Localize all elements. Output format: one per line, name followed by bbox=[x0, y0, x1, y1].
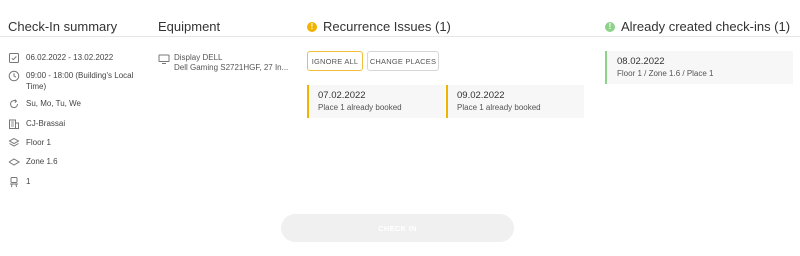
info-icon: ! bbox=[605, 22, 615, 32]
monitor-icon bbox=[158, 53, 170, 65]
summary-date-range-text: 06.02.2022 - 13.02.2022 bbox=[26, 53, 114, 62]
change-places-button[interactable]: CHANGE PLACES bbox=[367, 51, 439, 71]
equipment-name: Display DELL bbox=[174, 53, 223, 62]
warning-icon: ! bbox=[307, 22, 317, 32]
equipment-item: Display DELL Dell Gaming S2721HGF, 27 In… bbox=[158, 53, 300, 73]
created-checkin-date: 08.02.2022 bbox=[617, 56, 665, 67]
summary-floor: Floor 1 bbox=[8, 137, 144, 149]
summary-recurrence-days: Su, Mo, Tu, We bbox=[8, 98, 144, 110]
recurrence-issues-title: ! Recurrence Issues (1) bbox=[307, 19, 451, 35]
header-divider bbox=[0, 36, 800, 37]
summary-building: CJ-Brassai bbox=[8, 118, 144, 130]
issue-message: Place 1 already booked bbox=[318, 103, 402, 112]
created-checkin-card: 08.02.2022 Floor 1 / Zone 1.6 / Place 1 bbox=[605, 51, 793, 84]
summary-days-text: Su, Mo, Tu, We bbox=[26, 99, 81, 108]
repeat-icon bbox=[8, 98, 20, 110]
recurrence-issues-title-text: Recurrence Issues (1) bbox=[323, 19, 451, 34]
desk-chair-icon bbox=[8, 176, 20, 188]
summary-building-text: CJ-Brassai bbox=[26, 119, 66, 128]
building-icon bbox=[8, 118, 20, 130]
check-in-button[interactable]: CHECK IN bbox=[281, 214, 514, 242]
issue-card: 07.02.2022 Place 1 already booked bbox=[307, 85, 445, 118]
summary-date-range: 06.02.2022 - 13.02.2022 bbox=[8, 52, 144, 64]
created-checkin-location: Floor 1 / Zone 1.6 / Place 1 bbox=[617, 69, 714, 78]
created-checkins-title: ! Already created check-ins (1) bbox=[605, 19, 790, 35]
issue-date: 09.02.2022 bbox=[457, 90, 505, 101]
summary-floor-text: Floor 1 bbox=[26, 138, 51, 147]
equipment-title: Equipment bbox=[158, 19, 221, 34]
zone-icon bbox=[8, 156, 20, 168]
clock-icon bbox=[8, 70, 20, 82]
summary-time-text: 09:00 - 18:00 (Building's Local Time) bbox=[26, 71, 134, 91]
summary-zone-text: Zone 1.6 bbox=[26, 157, 58, 166]
summary-place-text: 1 bbox=[26, 177, 31, 186]
calendar-check-icon bbox=[8, 52, 20, 64]
summary-zone: Zone 1.6 bbox=[8, 156, 144, 168]
summary-place: 1 bbox=[8, 176, 144, 188]
ignore-all-button[interactable]: IGNORE ALL bbox=[307, 51, 363, 71]
created-checkins-title-text: Already created check-ins (1) bbox=[621, 19, 791, 34]
layers-icon bbox=[8, 137, 20, 149]
summary-time: 09:00 - 18:00 (Building's Local Time) bbox=[8, 70, 144, 92]
issue-message: Place 1 already booked bbox=[457, 103, 541, 112]
summary-title: Check-In summary bbox=[8, 19, 118, 34]
equipment-model: Dell Gaming S2721HGF, 27 In... bbox=[174, 63, 289, 72]
issue-date: 07.02.2022 bbox=[318, 90, 366, 101]
issue-card: 09.02.2022 Place 1 already booked bbox=[446, 85, 584, 118]
